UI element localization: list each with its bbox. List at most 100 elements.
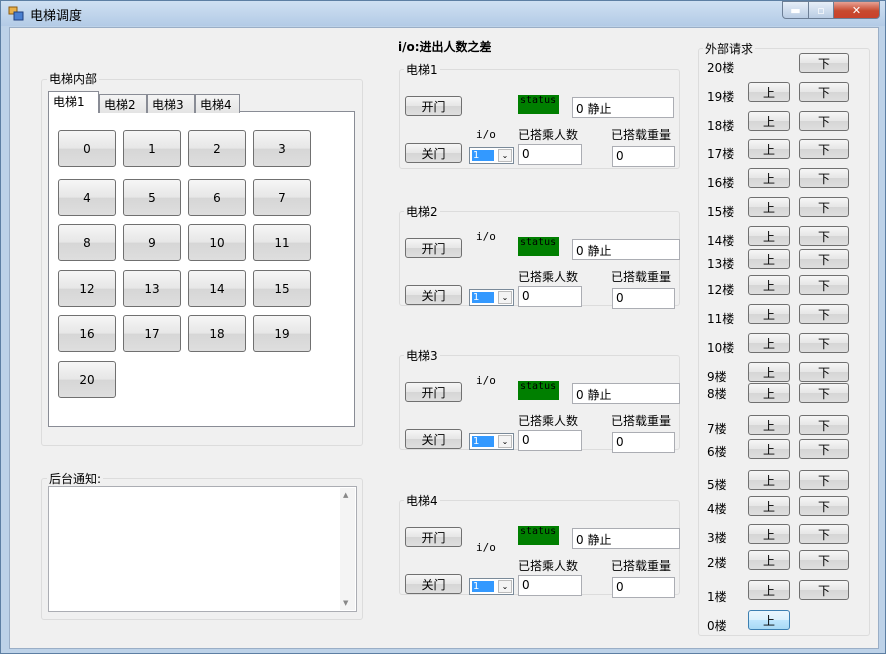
close-button[interactable]: ✕	[833, 1, 880, 19]
io-value[interactable]: 1	[472, 436, 494, 447]
floor-button-10[interactable]: 10	[188, 224, 246, 261]
notice-textarea[interactable]: ▲ ▼	[48, 486, 357, 612]
spinner-arrow-icon[interactable]: ⌄	[498, 291, 512, 304]
scroll-up-icon[interactable]: ▲	[343, 491, 348, 499]
io-spinner[interactable]: 1 ⌄	[469, 433, 514, 450]
spinner-arrow-icon[interactable]: ⌄	[498, 580, 512, 593]
open-door-button[interactable]: 开门	[405, 238, 462, 258]
io-spinner[interactable]: 1 ⌄	[469, 578, 514, 595]
down-button-floor-7[interactable]: 下	[799, 415, 849, 435]
notice-scrollbar[interactable]: ▲ ▼	[340, 488, 355, 610]
up-button-floor-8[interactable]: 上	[748, 383, 790, 403]
up-button-floor-10[interactable]: 上	[748, 333, 790, 353]
status-field[interactable]: 0 静止	[572, 528, 680, 549]
close-door-button[interactable]: 关门	[405, 143, 462, 163]
down-button-floor-13[interactable]: 下	[799, 249, 849, 269]
open-door-button[interactable]: 开门	[405, 527, 462, 547]
down-button-floor-12[interactable]: 下	[799, 275, 849, 295]
weight-field[interactable]: 0	[612, 577, 675, 598]
down-button-floor-1[interactable]: 下	[799, 580, 849, 600]
title-bar[interactable]: 电梯调度 ▬ ▫ ✕	[1, 1, 885, 26]
down-button-floor-11[interactable]: 下	[799, 304, 849, 324]
floor-button-3[interactable]: 3	[253, 130, 311, 167]
floor-button-0[interactable]: 0	[58, 130, 116, 167]
tab-elevator-1[interactable]: 电梯1	[48, 91, 99, 113]
floor-button-6[interactable]: 6	[188, 179, 246, 216]
up-button-floor-18[interactable]: 上	[748, 111, 790, 131]
passengers-field[interactable]: 0	[518, 144, 582, 165]
floor-button-15[interactable]: 15	[253, 270, 311, 307]
io-value[interactable]: 1	[472, 292, 494, 303]
passengers-field[interactable]: 0	[518, 286, 582, 307]
down-button-floor-3[interactable]: 下	[799, 524, 849, 544]
weight-field[interactable]: 0	[612, 432, 675, 453]
up-button-floor-7[interactable]: 上	[748, 415, 790, 435]
up-button-floor-0[interactable]: 上	[748, 610, 790, 630]
close-door-button[interactable]: 关门	[405, 574, 462, 594]
up-button-floor-16[interactable]: 上	[748, 168, 790, 188]
spinner-arrow-icon[interactable]: ⌄	[498, 435, 512, 448]
io-value[interactable]: 1	[472, 581, 494, 592]
up-button-floor-3[interactable]: 上	[748, 524, 790, 544]
up-button-floor-12[interactable]: 上	[748, 275, 790, 295]
minimize-button[interactable]: ▬	[782, 1, 809, 19]
passengers-field[interactable]: 0	[518, 575, 582, 596]
up-button-floor-1[interactable]: 上	[748, 580, 790, 600]
down-button-floor-9[interactable]: 下	[799, 362, 849, 382]
open-door-button[interactable]: 开门	[405, 96, 462, 116]
up-button-floor-4[interactable]: 上	[748, 496, 790, 516]
down-button-floor-5[interactable]: 下	[799, 470, 849, 490]
down-button-floor-4[interactable]: 下	[799, 496, 849, 516]
weight-field[interactable]: 0	[612, 146, 675, 167]
up-button-floor-9[interactable]: 上	[748, 362, 790, 382]
floor-button-14[interactable]: 14	[188, 270, 246, 307]
status-field[interactable]: 0 静止	[572, 383, 680, 404]
down-button-floor-2[interactable]: 下	[799, 550, 849, 570]
floor-button-18[interactable]: 18	[188, 315, 246, 352]
floor-button-1[interactable]: 1	[123, 130, 181, 167]
io-spinner[interactable]: 1 ⌄	[469, 147, 514, 164]
floor-button-20[interactable]: 20	[58, 361, 116, 398]
up-button-floor-2[interactable]: 上	[748, 550, 790, 570]
floor-button-16[interactable]: 16	[58, 315, 116, 352]
io-spinner[interactable]: 1 ⌄	[469, 289, 514, 306]
floor-button-5[interactable]: 5	[123, 179, 181, 216]
down-button-floor-19[interactable]: 下	[799, 82, 849, 102]
tab-elevator-3[interactable]: 电梯3	[147, 94, 195, 113]
floor-button-17[interactable]: 17	[123, 315, 181, 352]
down-button-floor-14[interactable]: 下	[799, 226, 849, 246]
down-button-floor-16[interactable]: 下	[799, 168, 849, 188]
tab-elevator-2[interactable]: 电梯2	[99, 94, 147, 113]
status-field[interactable]: 0 静止	[572, 239, 680, 260]
close-door-button[interactable]: 关门	[405, 429, 462, 449]
maximize-button[interactable]: ▫	[808, 1, 834, 19]
up-button-floor-17[interactable]: 上	[748, 139, 790, 159]
down-button-floor-20[interactable]: 下	[799, 53, 849, 73]
floor-button-11[interactable]: 11	[253, 224, 311, 261]
up-button-floor-14[interactable]: 上	[748, 226, 790, 246]
up-button-floor-6[interactable]: 上	[748, 439, 790, 459]
passengers-field[interactable]: 0	[518, 430, 582, 451]
floor-button-4[interactable]: 4	[58, 179, 116, 216]
up-button-floor-19[interactable]: 上	[748, 82, 790, 102]
floor-button-9[interactable]: 9	[123, 224, 181, 261]
floor-button-8[interactable]: 8	[58, 224, 116, 261]
floor-button-12[interactable]: 12	[58, 270, 116, 307]
floor-button-2[interactable]: 2	[188, 130, 246, 167]
down-button-floor-6[interactable]: 下	[799, 439, 849, 459]
up-button-floor-15[interactable]: 上	[748, 197, 790, 217]
up-button-floor-11[interactable]: 上	[748, 304, 790, 324]
up-button-floor-5[interactable]: 上	[748, 470, 790, 490]
floor-button-13[interactable]: 13	[123, 270, 181, 307]
floor-button-7[interactable]: 7	[253, 179, 311, 216]
status-field[interactable]: 0 静止	[572, 97, 674, 118]
spinner-arrow-icon[interactable]: ⌄	[498, 149, 512, 162]
down-button-floor-17[interactable]: 下	[799, 139, 849, 159]
close-door-button[interactable]: 关门	[405, 285, 462, 305]
scroll-down-icon[interactable]: ▼	[343, 599, 348, 607]
tab-elevator-4[interactable]: 电梯4	[195, 94, 240, 113]
down-button-floor-10[interactable]: 下	[799, 333, 849, 353]
open-door-button[interactable]: 开门	[405, 382, 462, 402]
weight-field[interactable]: 0	[612, 288, 675, 309]
io-value[interactable]: 1	[472, 150, 494, 161]
